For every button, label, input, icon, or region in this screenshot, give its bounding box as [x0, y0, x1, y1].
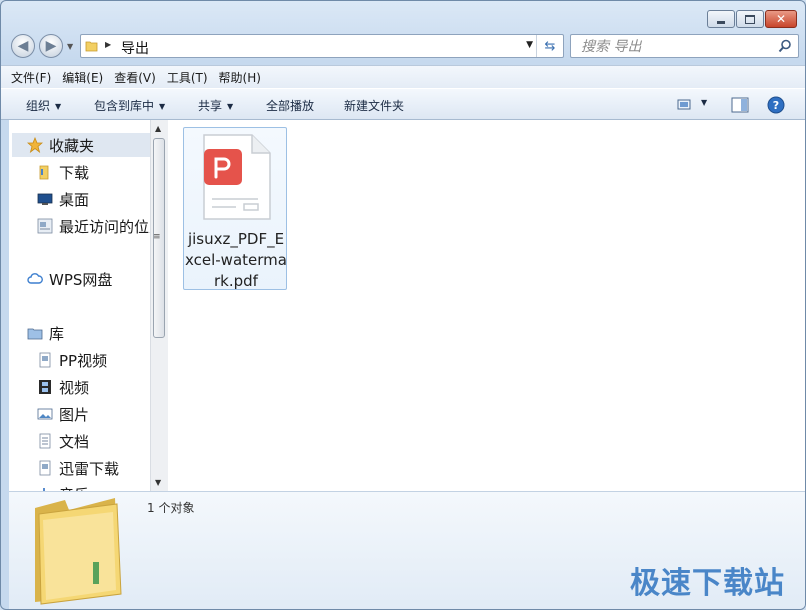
nav-favorites-label: 收藏夹 — [49, 136, 95, 155]
nav-favorites[interactable]: 收藏夹 — [27, 133, 94, 157]
nav-downloads[interactable]: 下载 — [37, 160, 89, 184]
details-pane: 1 个对象 极速下载站 — [9, 491, 805, 609]
forward-arrow-icon: ▶ — [45, 38, 57, 54]
nav-desktop-label: 桌面 — [59, 190, 90, 209]
search-input[interactable] — [579, 37, 773, 57]
help-icon[interactable]: ? — [767, 96, 785, 114]
nav-pictures-label: 图片 — [59, 405, 90, 424]
forward-button[interactable]: ▶ — [39, 34, 63, 58]
library-document-icon — [37, 352, 53, 368]
file-name: jisuxz_PDF_Excel-watermark.pdf — [185, 230, 287, 290]
search-box[interactable] — [570, 34, 799, 58]
cloud-icon — [27, 271, 43, 287]
share-label: 共享 — [198, 99, 223, 113]
nav-xunlei[interactable]: 迅雷下载 — [37, 456, 119, 480]
file-item[interactable]: jisuxz_PDF_Excel-watermark.pdf — [183, 127, 287, 290]
recent-places-icon — [37, 218, 53, 234]
libraries-icon — [27, 325, 43, 341]
breadcrumb-arrow-icon[interactable]: ▶ — [105, 40, 111, 49]
include-in-library-label: 包含到库中 — [94, 99, 155, 113]
back-button[interactable]: ◀ — [11, 34, 35, 58]
address-dropdown-icon[interactable]: ▼ — [526, 40, 533, 50]
refresh-icon: ⇆ — [544, 38, 556, 54]
search-icon[interactable] — [778, 39, 792, 53]
item-count: 1 个对象 — [147, 501, 195, 515]
nav-videos-label: 视频 — [59, 378, 90, 397]
close-button[interactable]: ✕ — [765, 10, 797, 28]
maximize-button[interactable] — [736, 10, 764, 28]
folder-large-icon — [35, 498, 122, 605]
play-all-button[interactable]: 全部播放 — [266, 97, 314, 114]
nav-music[interactable]: 音乐 — [37, 482, 89, 491]
film-icon — [37, 379, 53, 395]
close-icon: ✕ — [775, 12, 787, 26]
nav-xunlei-label: 迅雷下载 — [59, 459, 120, 478]
menu-tools[interactable]: 工具(T) — [167, 69, 208, 86]
menu-bar: 文件(F) 编辑(E) 查看(V) 工具(T) 帮助(H) — [1, 65, 805, 88]
folder-icon — [85, 41, 98, 52]
document-icon — [37, 433, 53, 449]
nav-wps-cloud[interactable]: WPS网盘 — [27, 267, 112, 291]
nav-recent[interactable]: 最近访问的位置 — [37, 214, 164, 238]
nav-downloads-label: 下载 — [59, 163, 90, 182]
organize-label: 组织 — [26, 99, 51, 113]
nav-libraries-label: 库 — [49, 324, 65, 343]
explorer-window: ✕ ◀ ▶ ▼ ▶ 导出 ▼ ⇆ 搜索 导出 文件(F) 编辑(E) 查看(V)… — [0, 0, 806, 610]
nav-wps-cloud-label: WPS网盘 — [49, 270, 113, 289]
desktop-icon — [37, 191, 53, 207]
minimize-icon — [717, 20, 725, 24]
nav-music-label: 音乐 — [59, 484, 89, 492]
address-bar[interactable]: ▶ 导出 ▼ ⇆ — [80, 34, 564, 58]
menu-help[interactable]: 帮助(H) — [219, 69, 261, 86]
view-dropdown-icon[interactable]: ▼ — [701, 98, 707, 107]
menu-view[interactable]: 查看(V) — [114, 69, 156, 86]
nav-pp-video[interactable]: PP视频 — [37, 348, 107, 372]
menu-file[interactable]: 文件(F) — [11, 69, 51, 86]
nav-scrollbar[interactable]: ▲ ≡ ▼ — [150, 120, 168, 491]
navigation-pane: 收藏夹 下载 桌面 最近访问的位置 WPS网盘 库 PP视频 视频 图片 文档 … — [9, 120, 167, 491]
chevron-down-icon: ▼ — [55, 102, 62, 111]
star-icon — [27, 137, 43, 153]
downloads-folder-icon — [37, 164, 53, 180]
nav-documents-label: 文档 — [59, 432, 90, 451]
preview-pane-icon[interactable] — [731, 97, 749, 113]
svg-text:?: ? — [773, 99, 779, 112]
organize-button[interactable]: 组织 ▼ — [26, 97, 61, 114]
library-document-icon — [37, 460, 53, 476]
chevron-down-icon: ▼ — [227, 102, 234, 111]
share-button[interactable]: 共享 ▼ — [198, 97, 233, 114]
nav-videos[interactable]: 视频 — [37, 375, 89, 399]
file-list: jisuxz_PDF_Excel-watermark.pdf — [168, 120, 805, 491]
command-bar: 组织 ▼ 包含到库中 ▼ 共享 ▼ 全部播放 新建文件夹 ▼ ? — [1, 88, 805, 120]
nav-pictures[interactable]: 图片 — [37, 402, 89, 426]
nav-pp-video-label: PP视频 — [59, 351, 108, 370]
scrollbar-grip-icon: ≡ — [153, 232, 161, 242]
nav-documents[interactable]: 文档 — [37, 429, 89, 453]
view-options-icon[interactable] — [677, 98, 693, 112]
caption-buttons: ✕ — [707, 10, 797, 28]
nav-recent-label: 最近访问的位置 — [59, 217, 165, 236]
pdf-file-icon — [203, 134, 271, 220]
maximize-icon — [745, 14, 755, 24]
address-row: ◀ ▶ ▼ ▶ 导出 ▼ ⇆ — [1, 32, 805, 62]
site-watermark: 极速下载站 — [630, 566, 785, 601]
minimize-button[interactable] — [707, 10, 735, 28]
refresh-button[interactable]: ⇆ — [536, 35, 563, 57]
picture-icon — [37, 406, 53, 422]
nav-libraries[interactable]: 库 — [27, 321, 64, 345]
nav-desktop[interactable]: 桌面 — [37, 187, 89, 211]
history-dropdown-icon[interactable]: ▼ — [67, 42, 73, 51]
scroll-up-icon[interactable]: ▲ — [155, 124, 161, 133]
include-in-library-button[interactable]: 包含到库中 ▼ — [94, 97, 165, 114]
menu-edit[interactable]: 编辑(E) — [62, 69, 103, 86]
breadcrumb-current[interactable]: 导出 — [121, 38, 149, 58]
new-folder-button[interactable]: 新建文件夹 — [344, 97, 404, 114]
back-arrow-icon: ◀ — [17, 38, 29, 54]
scroll-down-icon[interactable]: ▼ — [155, 478, 161, 487]
chevron-down-icon: ▼ — [159, 102, 166, 111]
